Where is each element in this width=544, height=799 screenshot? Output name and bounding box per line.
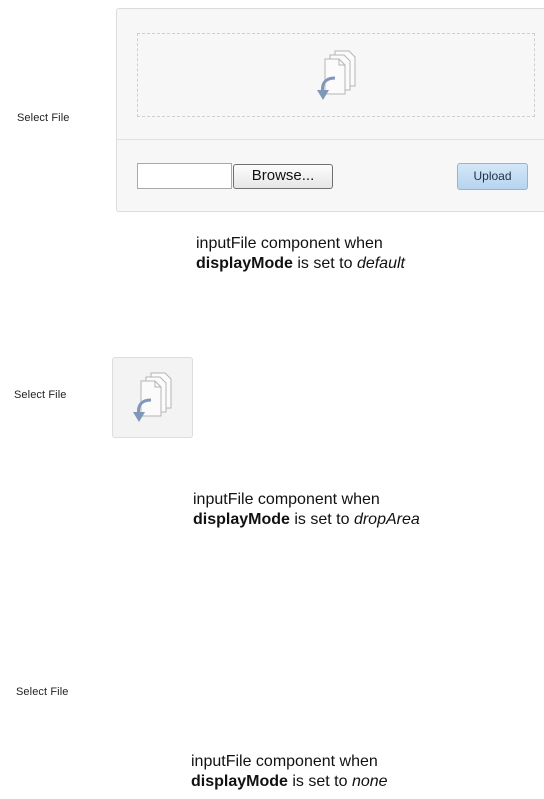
select-file-label-default: Select File (17, 112, 70, 124)
drop-area-box[interactable] (112, 357, 193, 438)
upload-button[interactable]: Upload (457, 163, 528, 190)
caption-mid: is set to (289, 511, 354, 528)
caption-default: inputFile component when displayMode is … (196, 234, 405, 274)
caption-detail: displayMode is set to none (191, 772, 388, 792)
caption-prop: displayMode (191, 773, 288, 790)
caption-line: inputFile component when (191, 753, 378, 770)
caption-droparea: inputFile component when displayMode is … (193, 490, 420, 530)
caption-prop: displayMode (193, 511, 290, 528)
caption-value: dropArea (353, 511, 420, 528)
drop-zone[interactable] (137, 33, 535, 117)
caption-detail: displayMode is set to dropArea (193, 510, 420, 530)
file-drop-icon (133, 372, 172, 422)
browse-button[interactable]: Browse... (233, 164, 333, 189)
caption-detail: displayMode is set to default (196, 254, 405, 274)
select-file-label-droparea: Select File (14, 389, 67, 401)
file-name-field[interactable] (137, 163, 232, 189)
caption-none: inputFile component when displayMode is … (191, 752, 388, 792)
input-file-default-panel: Browse... Upload (116, 8, 544, 212)
caption-mid: is set to (292, 255, 357, 272)
caption-mid: is set to (287, 773, 352, 790)
caption-line: inputFile component when (196, 235, 383, 252)
caption-value: default (356, 255, 405, 272)
page: Select File Browse... Upload inputFile c… (0, 0, 544, 799)
file-drop-icon (317, 50, 356, 100)
caption-value: none (351, 773, 388, 790)
select-file-label-none: Select File (16, 686, 69, 698)
caption-prop: displayMode (196, 255, 293, 272)
caption-line: inputFile component when (193, 491, 380, 508)
panel-divider (117, 139, 544, 140)
